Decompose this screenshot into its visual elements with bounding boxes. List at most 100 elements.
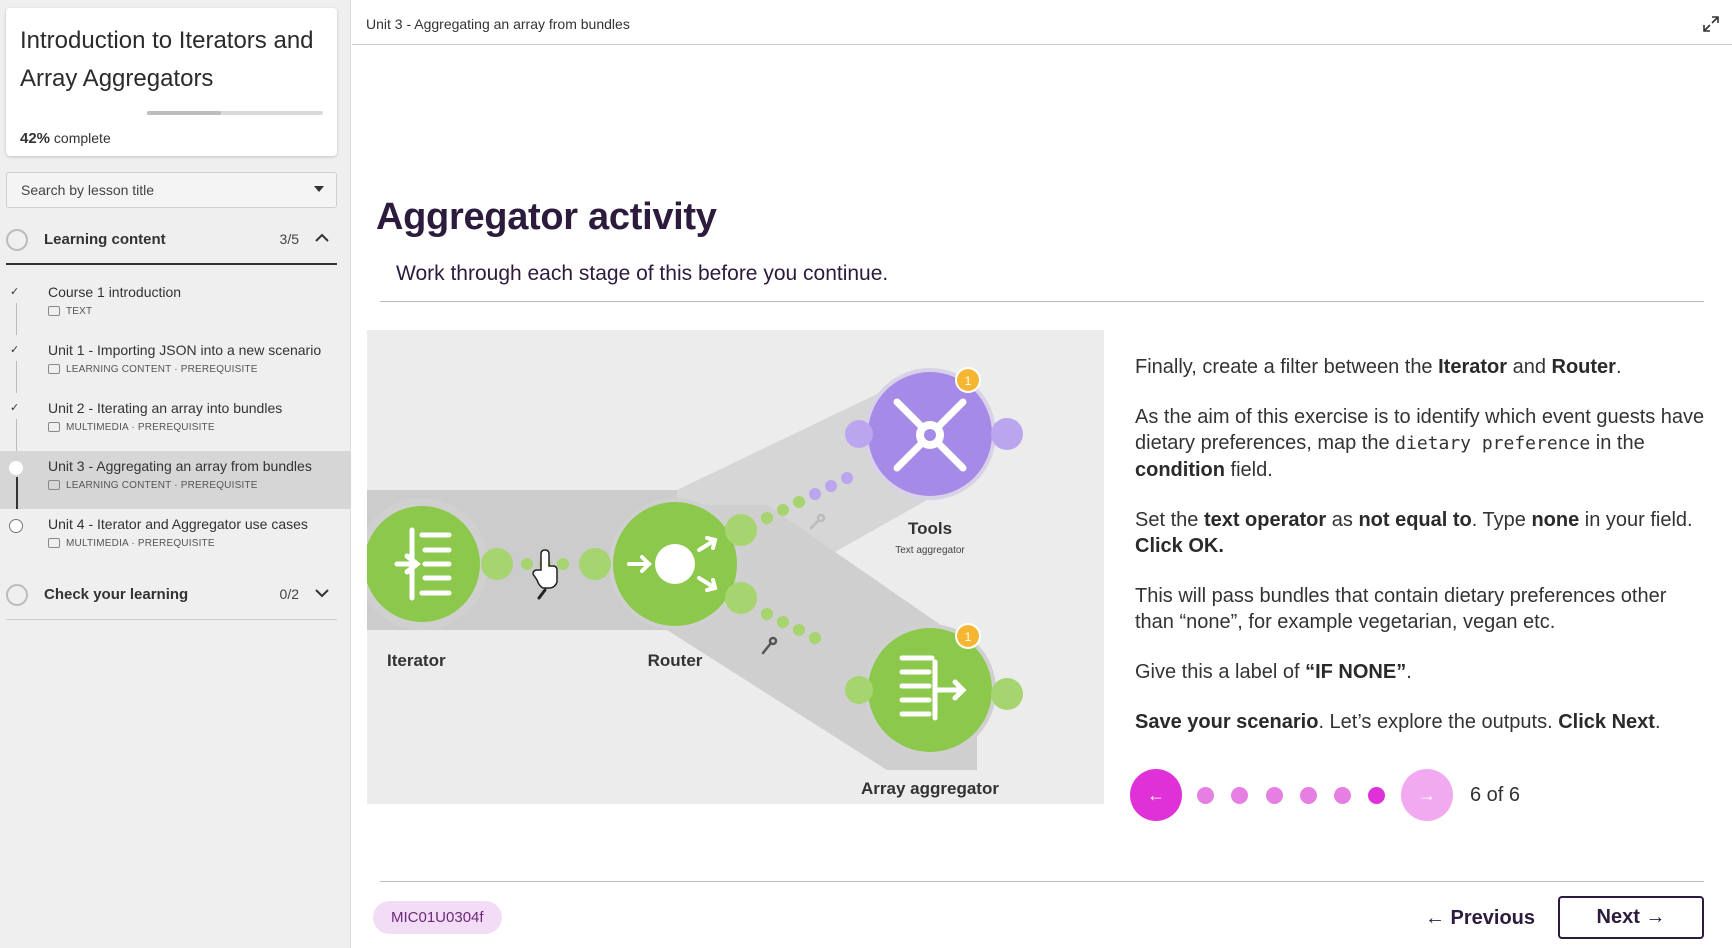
text: Set the bbox=[1135, 509, 1204, 531]
lesson-meta-text: TEXT bbox=[66, 306, 93, 317]
progress-text: 42% complete bbox=[20, 130, 111, 147]
slide-carousel: ← → 6 of 6 bbox=[1130, 769, 1550, 821]
page-title: Aggregator activity bbox=[376, 196, 717, 238]
strong-text: Router bbox=[1551, 356, 1616, 378]
array-aggregator-label: Array aggregator bbox=[861, 779, 999, 798]
check-icon: ✓ bbox=[10, 286, 20, 298]
text: as bbox=[1326, 509, 1359, 531]
text: in the bbox=[1590, 432, 1645, 454]
strong-text: not equal to bbox=[1358, 509, 1472, 531]
lesson-meta: MULTIMEDIA · PREREQUISITE bbox=[48, 538, 215, 549]
course-title: Introduction to Iterators and Array Aggr… bbox=[20, 27, 314, 92]
incomplete-lesson-dot-icon bbox=[9, 519, 23, 533]
tools-badge: 1 bbox=[965, 374, 972, 388]
lesson-item[interactable]: Unit 4 - Iterator and Aggregator use cas… bbox=[0, 509, 351, 567]
scenario-diagram-svg: Iterator Router 1 Tools Text aggregator … bbox=[367, 367, 1023, 798]
slide-dot[interactable] bbox=[1197, 787, 1214, 804]
next-slide-button[interactable]: → bbox=[1401, 769, 1453, 821]
previous-slide-button[interactable]: ← bbox=[1130, 769, 1182, 821]
media-icon bbox=[48, 364, 60, 375]
media-icon bbox=[48, 422, 60, 433]
tools-sublabel: Text aggregator bbox=[895, 545, 965, 556]
section-check-your-learning[interactable]: Check your learning 0/2 bbox=[6, 570, 337, 620]
lesson-title: Unit 4 - Iterator and Aggregator use cas… bbox=[48, 516, 308, 532]
text: . Type bbox=[1471, 509, 1532, 531]
section-label: Learning content bbox=[44, 231, 166, 248]
instruction-paragraph: Give this a label of “IF NONE”. bbox=[1135, 659, 1710, 685]
strong-text: Click Next bbox=[1558, 711, 1655, 733]
section-label: Check your learning bbox=[44, 586, 189, 603]
next-lesson-button[interactable]: Next → bbox=[1558, 896, 1704, 939]
media-icon bbox=[48, 480, 60, 491]
lesson-meta: LEARNING CONTENT · PREREQUISITE bbox=[48, 364, 258, 375]
slide-counter: 6 of 6 bbox=[1470, 784, 1521, 806]
instructions-panel: Finally, create a filter between the Ite… bbox=[1135, 354, 1710, 759]
slide-dot[interactable] bbox=[1231, 787, 1248, 804]
lesson-connector bbox=[16, 419, 17, 451]
lesson-list: ✓ Course 1 introduction TEXT ✓ Unit 1 - … bbox=[0, 277, 351, 567]
strong-text: none bbox=[1531, 509, 1580, 531]
progress-label: complete bbox=[53, 130, 111, 146]
lesson-connector bbox=[16, 477, 18, 509]
text: and bbox=[1507, 356, 1552, 378]
slide-dot-active[interactable] bbox=[1368, 787, 1385, 804]
previous-lesson-button[interactable]: ← Previous bbox=[1408, 898, 1552, 938]
slide-dot[interactable] bbox=[1300, 787, 1317, 804]
strong-text: “IF NONE” bbox=[1305, 661, 1407, 683]
text: . bbox=[1654, 711, 1661, 733]
instruction-paragraph: Save your scenario. Let’s explore the ou… bbox=[1135, 709, 1710, 735]
page-subtitle: Work through each stage of this before y… bbox=[396, 262, 889, 285]
chevron-down-icon[interactable] bbox=[313, 584, 331, 602]
lesson-item[interactable]: ✓ Unit 1 - Importing JSON into a new sce… bbox=[0, 335, 351, 393]
iterator-label: Iterator bbox=[387, 651, 446, 670]
text-doc-icon bbox=[48, 306, 60, 317]
lesson-item[interactable]: ✓ Course 1 introduction TEXT bbox=[0, 277, 351, 335]
dropdown-caret-icon[interactable] bbox=[314, 186, 324, 192]
strong-text: condition bbox=[1135, 459, 1225, 481]
expand-icon[interactable] bbox=[1702, 15, 1720, 33]
progress-bar bbox=[147, 111, 323, 115]
strong-text: Iterator bbox=[1438, 356, 1508, 378]
instruction-paragraph: As the aim of this exercise is to identi… bbox=[1135, 404, 1710, 483]
search-input[interactable] bbox=[7, 173, 307, 207]
current-lesson-dot-icon bbox=[9, 461, 23, 475]
text: This will pass bundles that contain diet… bbox=[1135, 585, 1667, 633]
progress-percent: 42% bbox=[20, 130, 51, 147]
lesson-title: Unit 3 - Aggregating an array from bundl… bbox=[48, 458, 312, 474]
slide-dot[interactable] bbox=[1266, 787, 1283, 804]
router-label: Router bbox=[648, 651, 703, 670]
lesson-meta-text: MULTIMEDIA · PREREQUISITE bbox=[66, 538, 215, 549]
lesson-item-current[interactable]: Unit 3 - Aggregating an array from bundl… bbox=[0, 451, 351, 509]
course-card: Introduction to Iterators and Array Aggr… bbox=[6, 8, 337, 156]
strong-text: Save your scenario bbox=[1135, 711, 1319, 733]
text: Finally, create a filter between the bbox=[1135, 356, 1439, 378]
instruction-paragraph: Finally, create a filter between the Ite… bbox=[1135, 354, 1710, 380]
sidebar: Introduction to Iterators and Array Aggr… bbox=[0, 0, 351, 948]
strong-text: text operator bbox=[1203, 509, 1327, 531]
check-icon: ✓ bbox=[10, 344, 20, 356]
scenario-diagram: Iterator Router 1 Tools Text aggregator … bbox=[367, 330, 1104, 804]
lesson-meta: LEARNING CONTENT · PREREQUISITE bbox=[48, 480, 258, 491]
lesson-code-badge: MIC01U0304f bbox=[373, 901, 502, 934]
array-aggregator-badge: 1 bbox=[965, 630, 972, 644]
section-learning-content[interactable]: Learning content 3/5 bbox=[6, 215, 337, 265]
text: . bbox=[1406, 661, 1412, 683]
lesson-meta: TEXT bbox=[48, 306, 92, 317]
instruction-paragraph: This will pass bundles that contain diet… bbox=[1135, 583, 1710, 635]
lesson-search[interactable] bbox=[6, 172, 337, 208]
lesson-item[interactable]: ✓ Unit 2 - Iterating an array into bundl… bbox=[0, 393, 351, 451]
divider bbox=[380, 301, 1704, 302]
code-text: dietary preference bbox=[1395, 433, 1591, 454]
chevron-up-icon[interactable] bbox=[313, 229, 331, 247]
slide-dot[interactable] bbox=[1334, 787, 1351, 804]
lesson-connector bbox=[16, 361, 17, 393]
divider bbox=[380, 881, 1704, 882]
lesson-connector bbox=[16, 303, 17, 335]
top-bar: Unit 3 - Aggregating an array from bundl… bbox=[352, 6, 1732, 45]
section-progress-ring-icon bbox=[6, 229, 28, 251]
section-count: 0/2 bbox=[279, 586, 299, 602]
text: . bbox=[1615, 356, 1622, 378]
lesson-title: Course 1 introduction bbox=[48, 284, 182, 300]
lesson-meta: MULTIMEDIA · PREREQUISITE bbox=[48, 422, 215, 433]
lesson-title: Unit 1 - Importing JSON into a new scena… bbox=[48, 342, 322, 358]
